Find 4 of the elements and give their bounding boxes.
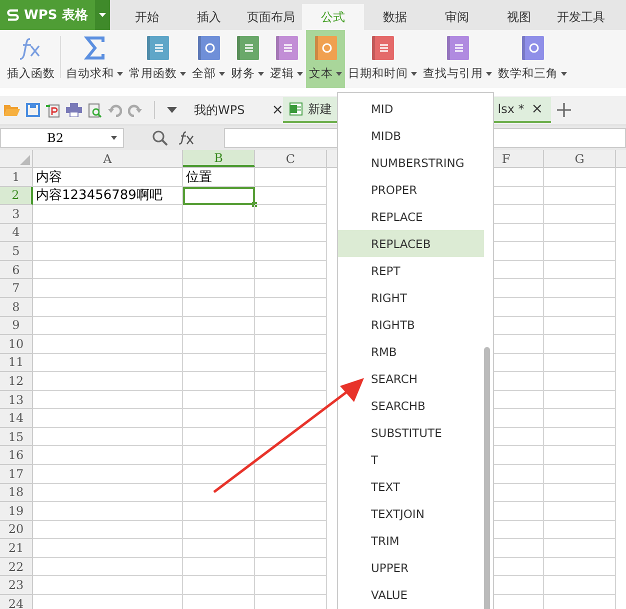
app-name: WPS 表格: [24, 7, 88, 24]
tab-title: 我的WPS: [194, 102, 245, 118]
tab-title: 新建: [308, 100, 332, 118]
tab-title: lsx *: [498, 102, 524, 116]
